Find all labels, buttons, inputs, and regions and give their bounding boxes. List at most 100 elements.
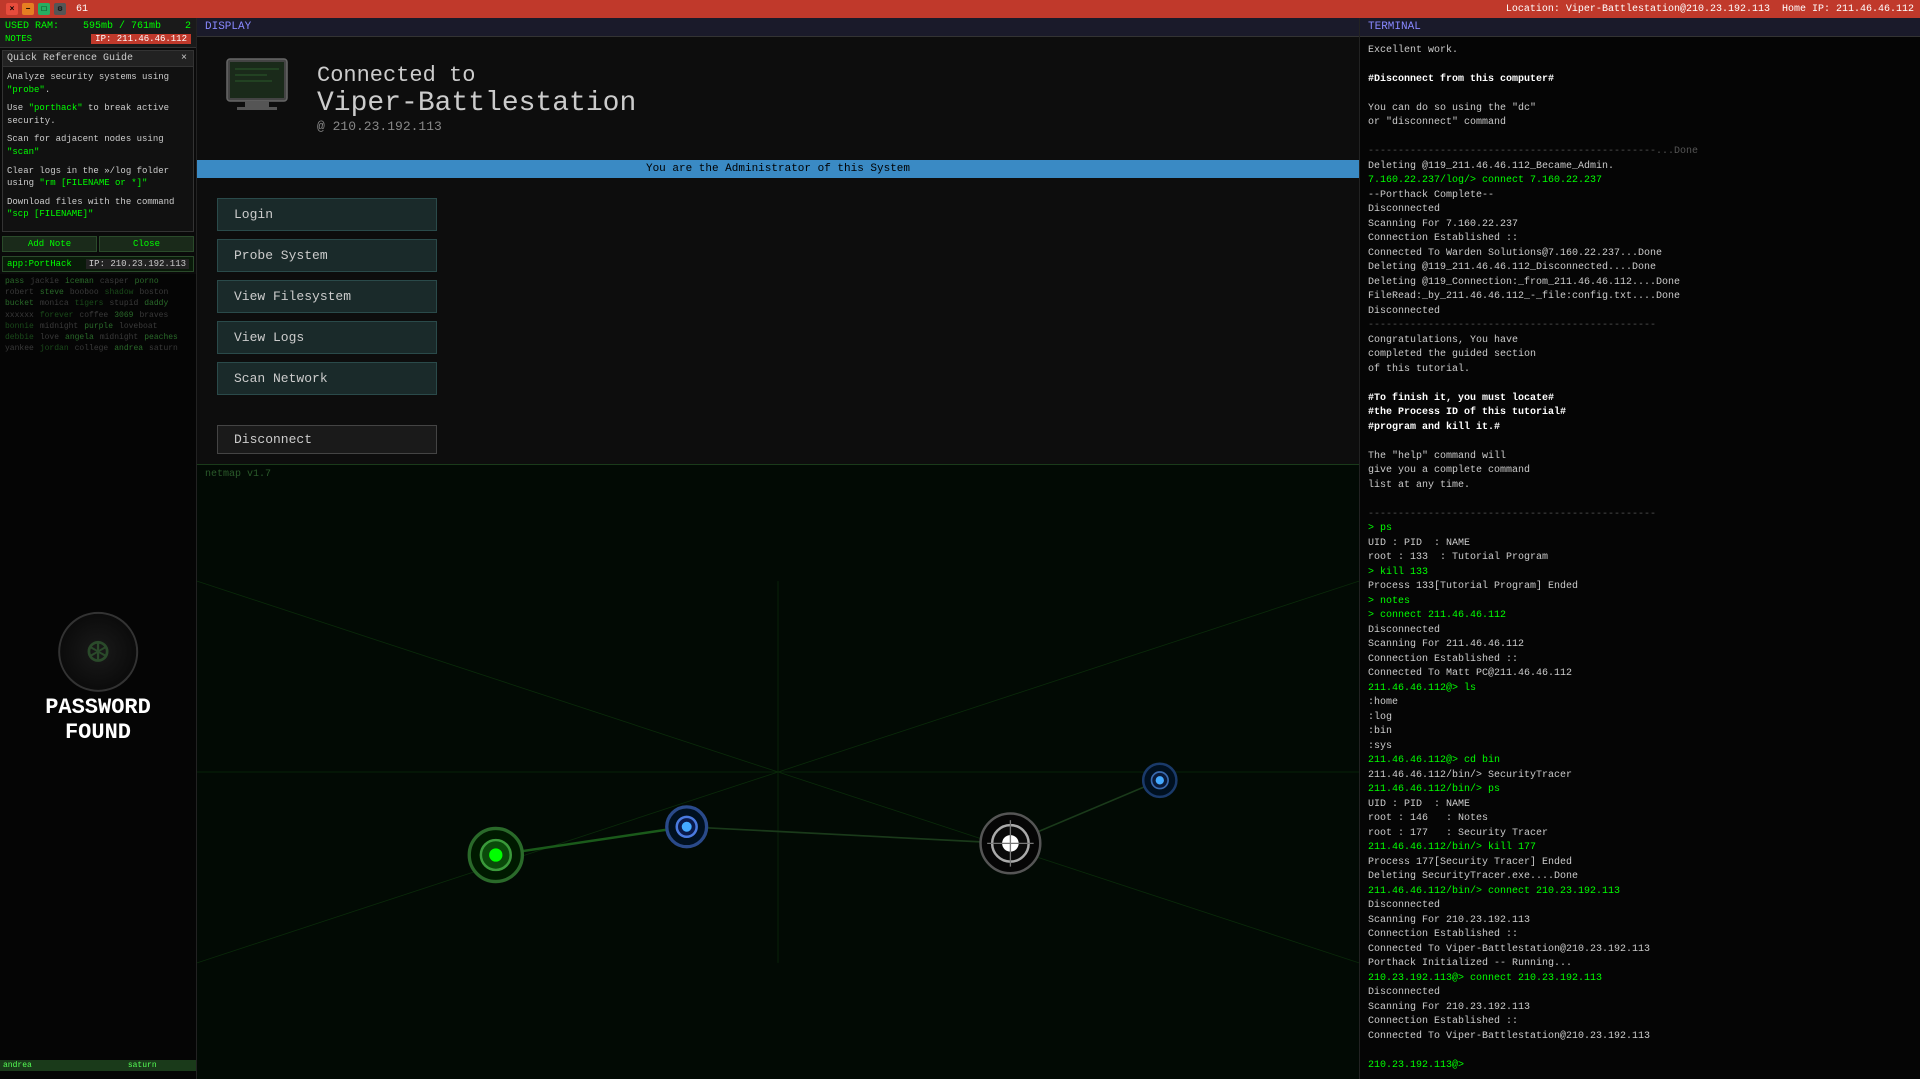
pw-word: porno [132,276,162,287]
terminal-line [1368,131,1912,146]
terminal-line: Excellent work. [1368,44,1912,59]
pw-word: purple [81,321,116,332]
netmap-area: netmap v1.7 [197,464,1359,1079]
connected-info: Connected to Viper-Battlestation @ 210.2… [197,37,1359,160]
terminal-line: Deleting SecurityTracer.exe....Done [1368,870,1912,885]
terminal-line: list at any time. [1368,479,1912,494]
pw-word: braves [136,310,171,321]
password-cracker-area: pass jackie iceman casper porno robert s… [0,274,196,1079]
terminal-line: 210.23.192.113@> [1368,1059,1912,1074]
close-btn[interactable]: × [6,3,18,15]
window-controls: × − □ ⚙ 61 [6,3,88,15]
pw-word: tigers [72,298,107,309]
terminal-output[interactable]: Note: the wildcard "*" indicates"All". -… [1360,37,1920,1079]
terminal-line: Disconnected [1368,899,1912,914]
pw-word: monica [37,298,72,309]
terminal-line: Scanning For 7.160.22.237 [1368,218,1912,233]
minimize-btn[interactable]: − [22,3,34,15]
note-item-4: Clear logs in the »/log folder using "rm… [7,165,189,190]
left-panel: USED RAM: 595mb / 761mb 2 NOTES IP: 211.… [0,18,197,1079]
terminal-line: Scanning For 210.23.192.113 [1368,914,1912,929]
pw-word: 3069 [111,310,136,321]
terminal-line: ----------------------------------------… [1368,319,1912,334]
pw-word: jordan [37,343,72,354]
pw-word: saturn [146,343,181,354]
disconnect-button[interactable]: Disconnect [217,425,437,454]
terminal-line: #To finish it, you must locate# [1368,392,1912,407]
notes-title: Quick Reference Guide [7,53,133,64]
terminal-line: > ps [1368,522,1912,537]
terminal-line: Disconnected [1368,986,1912,1001]
view-filesystem-button[interactable]: View Filesystem [217,280,437,313]
terminal-line: > connect 211.46.46.112 [1368,609,1912,624]
terminal-line: UID : PID : NAME [1368,537,1912,552]
netmap-visualization [197,465,1359,1079]
terminal-line [1368,435,1912,450]
scan-network-button[interactable]: Scan Network [217,362,437,395]
terminal-line: 211.46.46.112@> ls [1368,682,1912,697]
terminal-line: root : 146 : Notes [1368,812,1912,827]
connected-text: Connected to Viper-Battlestation @ 210.2… [317,63,636,134]
terminal-line: Connection Established :: [1368,1015,1912,1030]
ram-value: 595mb / 761mb [83,21,161,32]
terminal-line: Scanning For 211.46.46.112 [1368,638,1912,653]
pw-word: andrea [111,343,146,354]
terminal-line: Connection Established :: [1368,232,1912,247]
terminal-line: :sys [1368,740,1912,755]
pw-word: daddy [141,298,171,309]
terminal-line: Disconnected [1368,624,1912,639]
pw-word: xxxxxx [2,310,37,321]
settings-btn[interactable]: ⚙ [54,3,66,15]
ram-bar: USED RAM: 595mb / 761mb 2 [5,21,191,32]
location-info: Location: Viper-Battlestation@210.23.192… [1506,4,1914,15]
ram-label: USED RAM: [5,21,59,32]
probe-system-button[interactable]: Probe System [217,239,437,272]
pw-word: coffee [76,310,111,321]
pw-word: love [37,332,62,343]
terminal-line: Connected To Warden Solutions@7.160.22.2… [1368,247,1912,262]
terminal-line: You can do so using the "dc" [1368,102,1912,117]
terminal-line: #program and kill it.# [1368,421,1912,436]
server-name: Viper-Battlestation [317,88,636,119]
note-item-5: Download files with the command "scp [FI… [7,196,189,221]
pw-word: debbie [2,332,37,343]
terminal-line: > kill 133 [1368,566,1912,581]
main-layout: USED RAM: 595mb / 761mb 2 NOTES IP: 211.… [0,18,1920,1079]
notes-panel: Quick Reference Guide × Analyze security… [2,50,194,232]
login-button[interactable]: Login [217,198,437,231]
terminal-line: Deleting @119_Connection:_from_211.46.46… [1368,276,1912,291]
terminal-line: Deleting @119_211.46.46.112_Disconnected… [1368,261,1912,276]
note-item-1: Analyze security systems using "probe". [7,71,189,96]
terminal-header: TERMINAL [1360,18,1920,37]
terminal-line: #the Process ID of this tutorial# [1368,406,1912,421]
terminal-line: --Porthack Complete-- [1368,189,1912,204]
terminal-line: ----------------------------------------… [1368,145,1912,160]
pw-word: bucket [2,298,37,309]
terminal-line: :home [1368,696,1912,711]
terminal-line: UID : PID : NAME [1368,798,1912,813]
notes-nav-label: NOTES [5,34,32,44]
view-logs-button[interactable]: View Logs [217,321,437,354]
counter: 61 [76,4,88,15]
disconnect-area: Disconnect [197,415,1359,464]
pw-word: robert [2,287,37,298]
notes-close-button[interactable]: × [179,53,189,64]
maximize-btn[interactable]: □ [38,3,50,15]
center-panel: DISPLAY Connected to Viper-Battlestation [197,18,1360,1079]
pw-word: forever [37,310,77,321]
ip-bar: NOTES IP: 211.46.46.112 [5,34,191,44]
terminal-line: #Disconnect from this computer# [1368,73,1912,88]
ip-value: IP: 211.46.46.112 [91,34,191,44]
home-ip: Home IP: 211.46.46.112 [1782,4,1914,15]
terminal-line: 211.46.46.112/bin/> connect 210.23.192.1… [1368,885,1912,900]
terminal-line: :bin [1368,725,1912,740]
add-note-button[interactable]: Add Note [2,236,97,252]
note-item-3: Scan for adjacent nodes using "scan" [7,133,189,158]
connected-to-label: Connected to [317,63,636,88]
close-notes-button[interactable]: Close [99,236,194,252]
fingerprint-icon: ⊛ [58,612,138,692]
display-header: DISPLAY [197,18,1359,37]
password-found-text: PASSWORDFOUND [45,696,151,744]
pw-word: midnight [37,321,81,332]
pw-word: casper [97,276,132,287]
